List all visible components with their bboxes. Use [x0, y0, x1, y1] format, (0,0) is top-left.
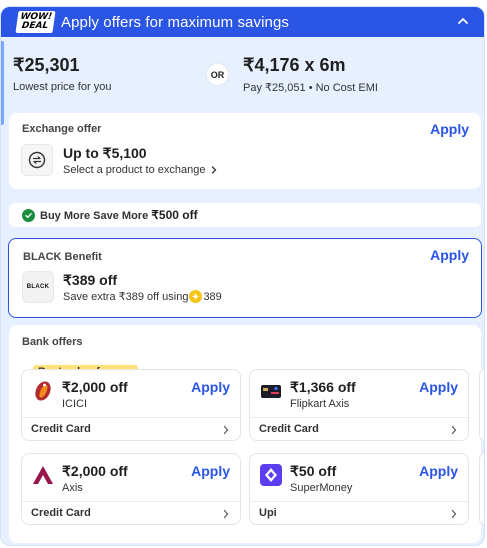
bank-offer-card-supermoney[interactable]: ₹50 off SuperMoney Apply Upi	[249, 453, 469, 525]
buy-more-text: Buy More Save More ₹500 off	[40, 208, 198, 222]
supermoney-logo-icon	[260, 464, 282, 486]
offer-amount: ₹50 off	[290, 463, 337, 479]
offer-apply-button[interactable]: Apply	[419, 463, 458, 479]
bank-offer-card-axis[interactable]: ₹2,000 off Axis Apply Credit Card	[21, 453, 241, 525]
badge-line2: DEAL	[21, 21, 49, 31]
black-logo-text: BLACK	[26, 284, 50, 290]
offers-header[interactable]: WOW! DEAL Apply offers for maximum savin…	[1, 7, 484, 37]
offer-amount: ₹1,366 off	[290, 379, 356, 395]
offer-amount: ₹2,000 off	[62, 463, 128, 479]
check-circle-icon	[22, 208, 35, 222]
chevron-up-icon[interactable]	[456, 14, 470, 28]
divider	[250, 417, 468, 418]
divider	[22, 501, 240, 502]
emi-price: ₹4,176 x 6m	[243, 55, 346, 75]
black-logo-icon: BLACK	[22, 271, 54, 303]
bank-offer-card-flipkart-axis[interactable]: ₹1,366 off Flipkart Axis Apply Credit Ca…	[249, 369, 469, 441]
offer-amount: ₹2,000 off	[62, 379, 128, 395]
exchange-select-link[interactable]: Select a product to exchange	[63, 164, 219, 176]
chevron-right-icon	[212, 166, 217, 174]
chevron-right-icon[interactable]	[222, 425, 230, 435]
exchange-title: Exchange offer	[22, 123, 102, 135]
offer-apply-button[interactable]: Apply	[191, 379, 230, 395]
chevron-right-icon[interactable]	[450, 509, 458, 519]
exchange-sub-label: Select a product to exchange	[63, 164, 206, 176]
black-coins: 389	[203, 290, 222, 303]
buy-more-save-more[interactable]: Buy More Save More ₹500 off	[9, 203, 481, 227]
exchange-amount: Up to ₹5,100	[63, 145, 147, 161]
black-apply-button[interactable]: Apply	[430, 247, 469, 263]
or-badge: OR	[206, 63, 229, 86]
buy-more-amount: ₹500 off	[151, 208, 198, 222]
offers-panel: WOW! DEAL Apply offers for maximum savin…	[0, 6, 485, 546]
lowest-price: ₹25,301	[13, 55, 80, 75]
black-title: BLACK Benefit	[23, 251, 102, 263]
chevron-right-icon[interactable]	[450, 425, 458, 435]
lowest-price-caption: Lowest price for you	[13, 81, 112, 93]
header-title: Apply offers for maximum savings	[61, 13, 290, 31]
offer-bank: ICICI	[62, 398, 88, 410]
supercoin-icon	[189, 290, 203, 303]
icici-logo-icon	[35, 381, 51, 401]
bank-offers-title: Bank offers	[22, 336, 83, 348]
buy-more-label: Buy More Save More	[40, 210, 149, 222]
offer-type: Credit Card	[31, 423, 91, 435]
black-benefit-card[interactable]: BLACK Benefit Apply BLACK ₹389 off Save …	[8, 238, 482, 318]
offer-bank: Flipkart Axis	[290, 398, 350, 410]
emi-caption: Pay ₹25,051 • No Cost EMI	[243, 82, 378, 94]
axis-logo-icon	[33, 466, 53, 484]
offer-bank: SuperMoney	[290, 482, 353, 494]
offer-bank: Axis	[62, 482, 83, 494]
offer-type: Credit Card	[259, 423, 319, 435]
offer-type: Upi	[259, 507, 277, 519]
offer-apply-button[interactable]: Apply	[191, 463, 230, 479]
exchange-apply-button[interactable]: Apply	[430, 121, 469, 137]
flipkart-axis-card-icon	[261, 385, 281, 398]
chevron-right-icon[interactable]	[222, 509, 230, 519]
divider	[250, 501, 468, 502]
exchange-icon	[21, 144, 53, 176]
black-sub-prefix: Save extra ₹389 off using	[63, 291, 189, 303]
black-sub: Save extra ₹389 off using 389	[63, 290, 222, 303]
divider	[22, 417, 240, 418]
black-amount: ₹389 off	[63, 272, 118, 288]
next-offer-peek[interactable]	[479, 453, 484, 525]
offer-type: Credit Card	[31, 507, 91, 519]
offer-apply-button[interactable]: Apply	[419, 379, 458, 395]
exchange-offer-card[interactable]: Exchange offer Apply Up to ₹5,100 Select…	[9, 113, 481, 189]
price-summary: ₹25,301 Lowest price for you OR ₹4,176 x…	[1, 43, 484, 113]
wow-deal-badge: WOW! DEAL	[15, 11, 56, 33]
next-offer-peek[interactable]	[479, 369, 484, 441]
bank-offer-card-icici[interactable]: ₹2,000 off ICICI Apply Credit Card	[21, 369, 241, 441]
